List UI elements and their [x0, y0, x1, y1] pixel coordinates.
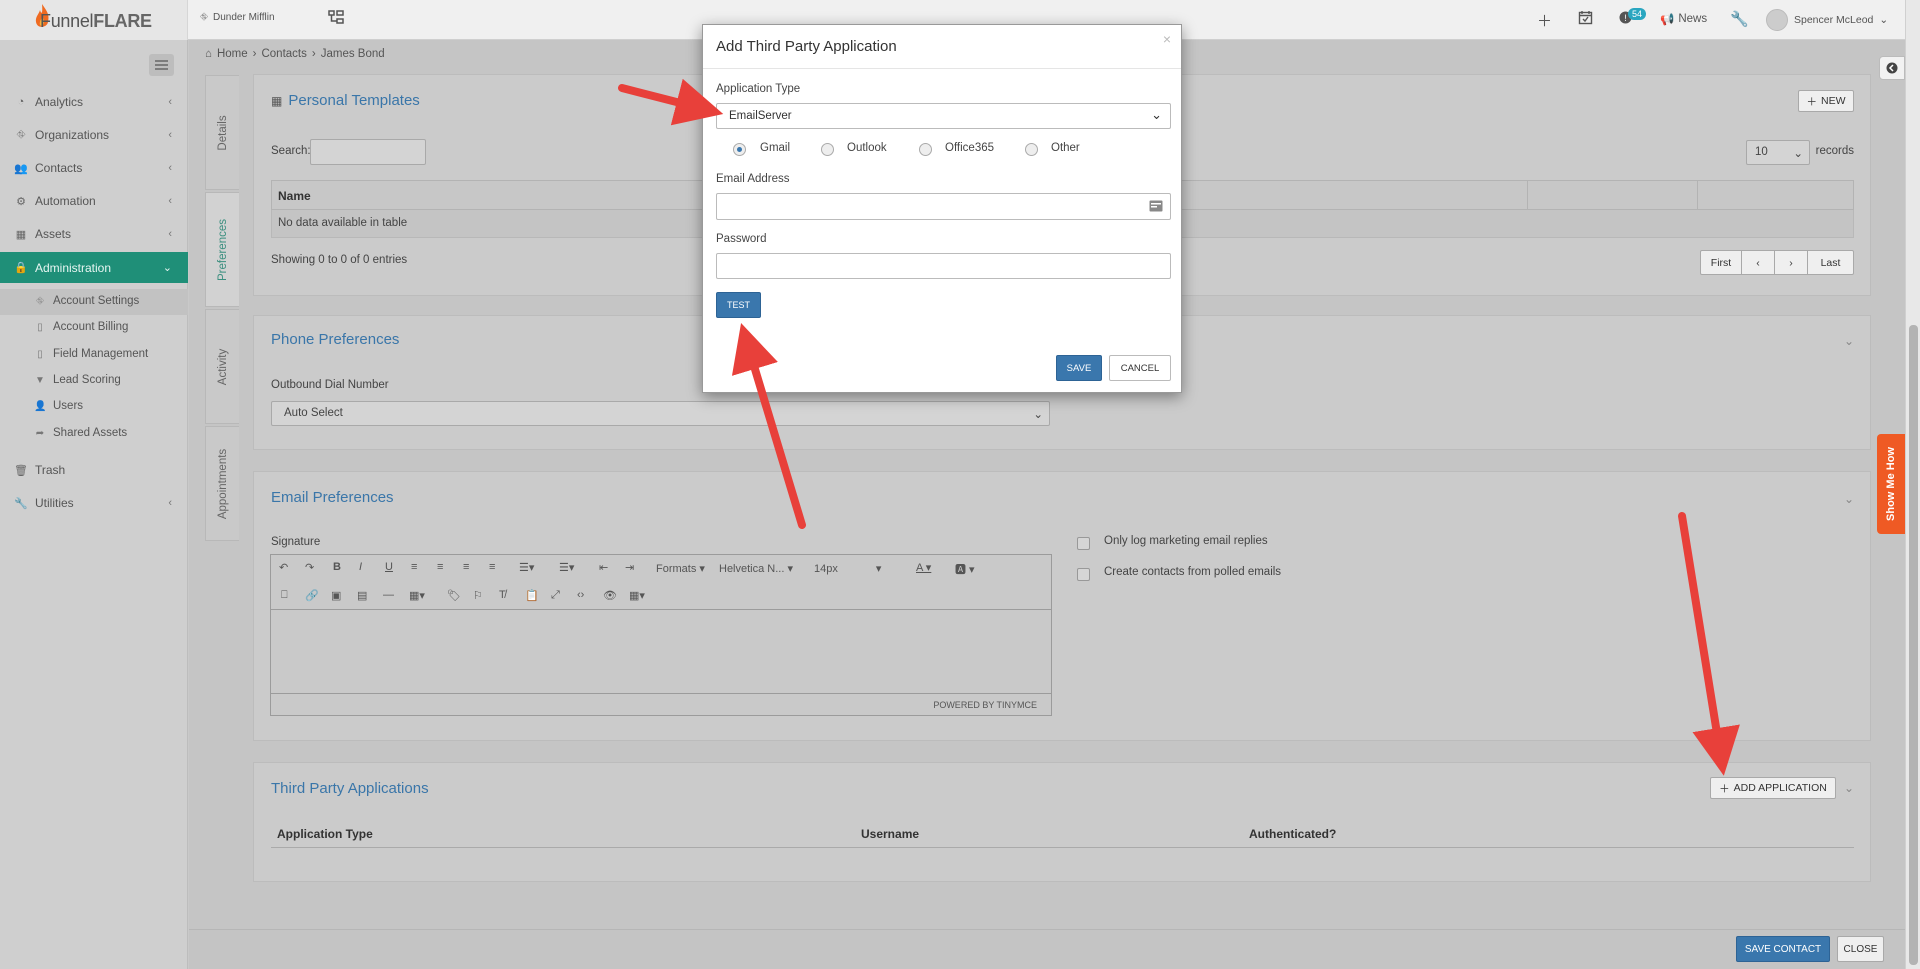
arrow-to-add-application [1678, 512, 1740, 776]
arrow-to-app-type [618, 78, 724, 126]
scrollbar-thumb[interactable] [1909, 325, 1918, 965]
annotation-arrows [618, 78, 1740, 776]
arrow-to-test-button [731, 323, 806, 529]
page-scrollbar[interactable] [1905, 0, 1920, 969]
